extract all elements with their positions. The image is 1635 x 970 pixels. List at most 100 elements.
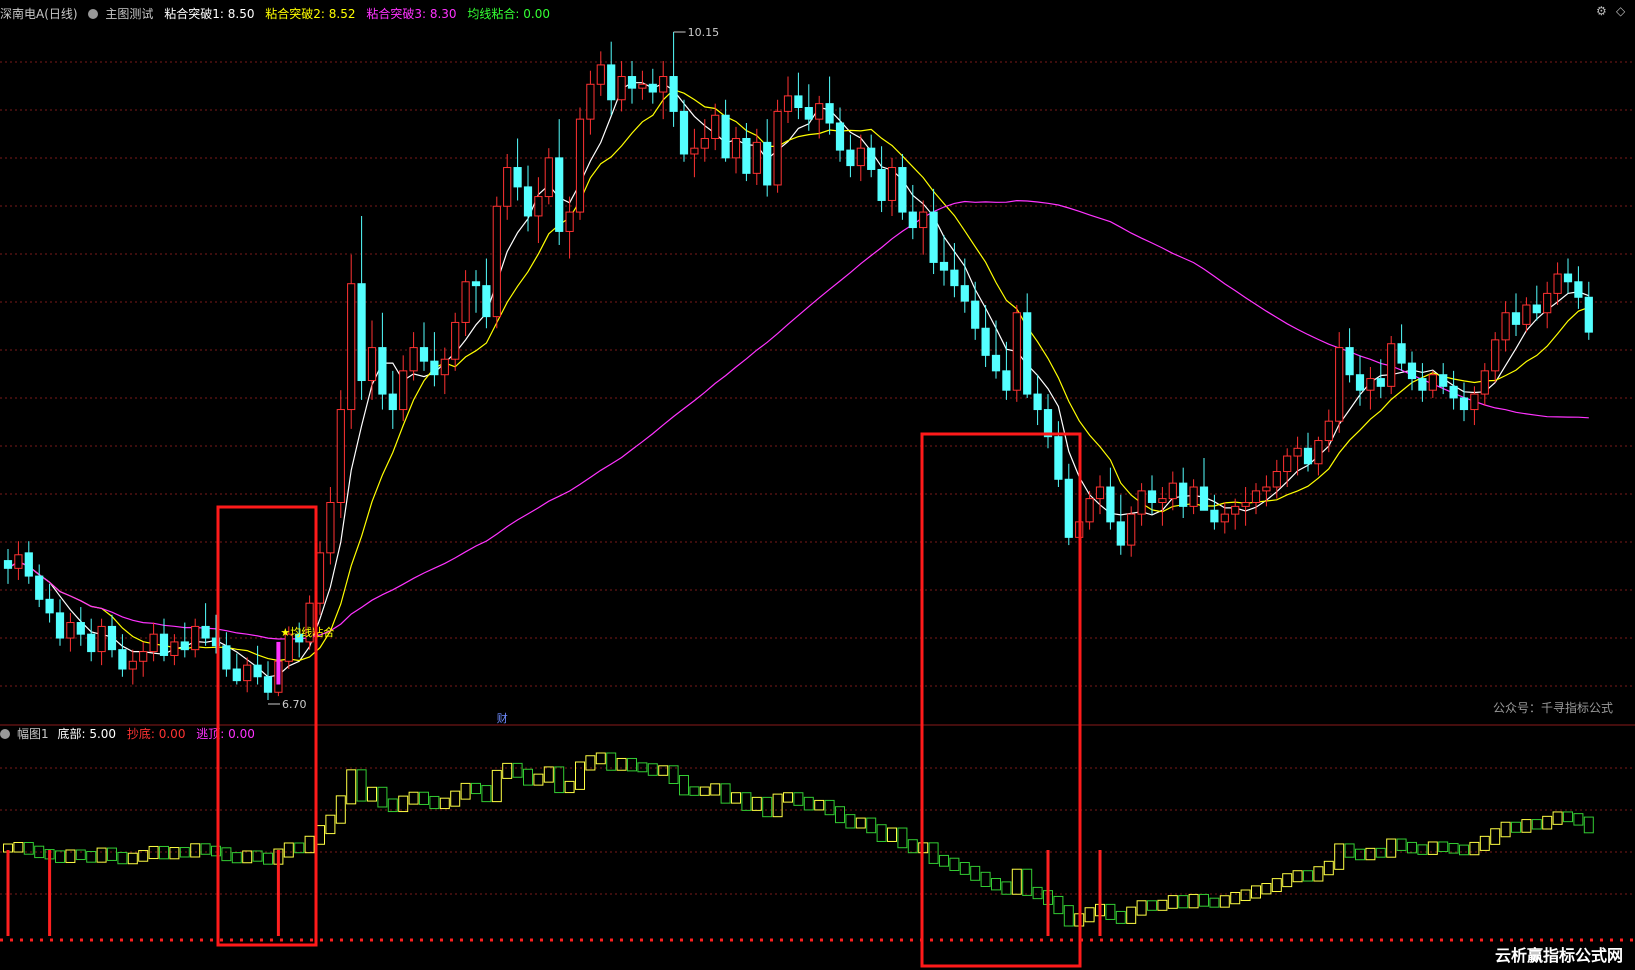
candle-body <box>1449 385 1458 399</box>
osc-box <box>1490 828 1501 845</box>
candle-body <box>523 186 533 217</box>
candle-body <box>679 110 689 155</box>
candle-body <box>97 625 106 653</box>
osc-box <box>107 847 117 861</box>
osc-box <box>1199 893 1209 907</box>
osc-box <box>1240 889 1251 901</box>
candle-body <box>1563 273 1573 283</box>
candle-body <box>1023 312 1032 395</box>
osc-box <box>720 783 731 804</box>
candle-body <box>1231 505 1240 515</box>
candle-body <box>503 167 512 207</box>
osc-box <box>1583 816 1594 834</box>
osc-box <box>1178 895 1189 909</box>
candle-body <box>1293 447 1302 457</box>
osc-box <box>1500 821 1511 838</box>
candle-body <box>1428 374 1437 391</box>
osc-box <box>1563 811 1573 823</box>
osc-box <box>876 824 887 842</box>
osc-box <box>283 842 294 858</box>
osc-box <box>939 854 949 867</box>
candle-body <box>118 649 127 670</box>
candle-body <box>1491 339 1500 372</box>
signal-bar <box>276 641 281 685</box>
candle-body <box>201 625 210 639</box>
osc-box <box>1115 910 1126 924</box>
candle-body <box>149 633 158 653</box>
osc-box <box>1365 847 1376 861</box>
chart-canvas[interactable]: 10.15 6.70 ★均线粘合财 <box>0 0 1635 970</box>
finance-marker: 财 <box>497 711 508 725</box>
watermark-label: 公众号：千寻指标公式 <box>1492 701 1613 715</box>
candle-body <box>191 625 200 651</box>
osc-box <box>741 792 752 811</box>
osc-box <box>1303 870 1313 882</box>
osc-box <box>96 847 107 863</box>
osc-box <box>564 780 575 794</box>
candle-body <box>1262 486 1271 492</box>
osc-box <box>1282 873 1293 888</box>
candle-body <box>1033 393 1042 411</box>
osc-box <box>1011 868 1022 895</box>
osc-box <box>1417 844 1428 855</box>
osc-box <box>1157 899 1168 911</box>
osc-box <box>1053 895 1064 915</box>
osc-box <box>1126 906 1137 924</box>
osc-box <box>398 795 409 813</box>
osc-box <box>1313 866 1324 882</box>
osc-box <box>595 752 606 765</box>
osc-box <box>13 842 24 853</box>
candle-body <box>1387 343 1396 387</box>
osc-box <box>263 852 273 865</box>
osc-box <box>512 762 523 778</box>
candle-body <box>1002 370 1011 391</box>
osc-box <box>1573 813 1584 826</box>
osc-box <box>1219 895 1230 908</box>
candle-body <box>627 76 637 89</box>
candle-body <box>388 393 397 411</box>
candle-body <box>1584 296 1593 333</box>
candle-body <box>586 83 595 120</box>
candle-body <box>1106 486 1115 523</box>
osc-box <box>1136 900 1147 916</box>
candle-body <box>711 114 720 139</box>
candle-body <box>648 83 657 93</box>
osc-box <box>762 796 773 818</box>
candle-body <box>1314 440 1323 465</box>
osc-box <box>1386 838 1397 858</box>
osc-box <box>658 765 669 776</box>
candle-body <box>1283 455 1292 473</box>
candle-body <box>14 554 23 569</box>
osc-box <box>1271 878 1282 893</box>
osc-box <box>1344 843 1355 858</box>
candle-body <box>1158 498 1167 504</box>
candle-body <box>1511 312 1521 325</box>
osc-box <box>866 817 877 834</box>
osc-box <box>377 786 388 808</box>
candle-body <box>898 167 907 213</box>
osc-box <box>855 817 866 829</box>
osc-box <box>1063 905 1074 927</box>
candle-body <box>170 641 179 656</box>
osc-box <box>1407 841 1417 854</box>
osc-box <box>554 766 565 794</box>
candle-body <box>1574 281 1583 298</box>
candle-body <box>721 114 730 159</box>
osc-box <box>346 769 357 805</box>
osc-box <box>471 782 481 795</box>
candle-body <box>555 157 564 232</box>
osc-box <box>835 806 845 824</box>
osc-box <box>429 795 440 810</box>
osc-box <box>533 773 544 786</box>
candle-body <box>1241 502 1250 507</box>
osc-box <box>127 852 138 865</box>
candle-body <box>908 211 917 229</box>
signal-label: ★均线粘合 <box>280 625 334 639</box>
candle-body <box>1335 347 1344 422</box>
candle-body <box>544 157 553 198</box>
osc-box <box>1167 895 1178 909</box>
candle-body <box>835 122 845 151</box>
osc-box <box>1355 848 1365 861</box>
osc-box <box>887 827 897 842</box>
candle-body <box>3 560 13 569</box>
